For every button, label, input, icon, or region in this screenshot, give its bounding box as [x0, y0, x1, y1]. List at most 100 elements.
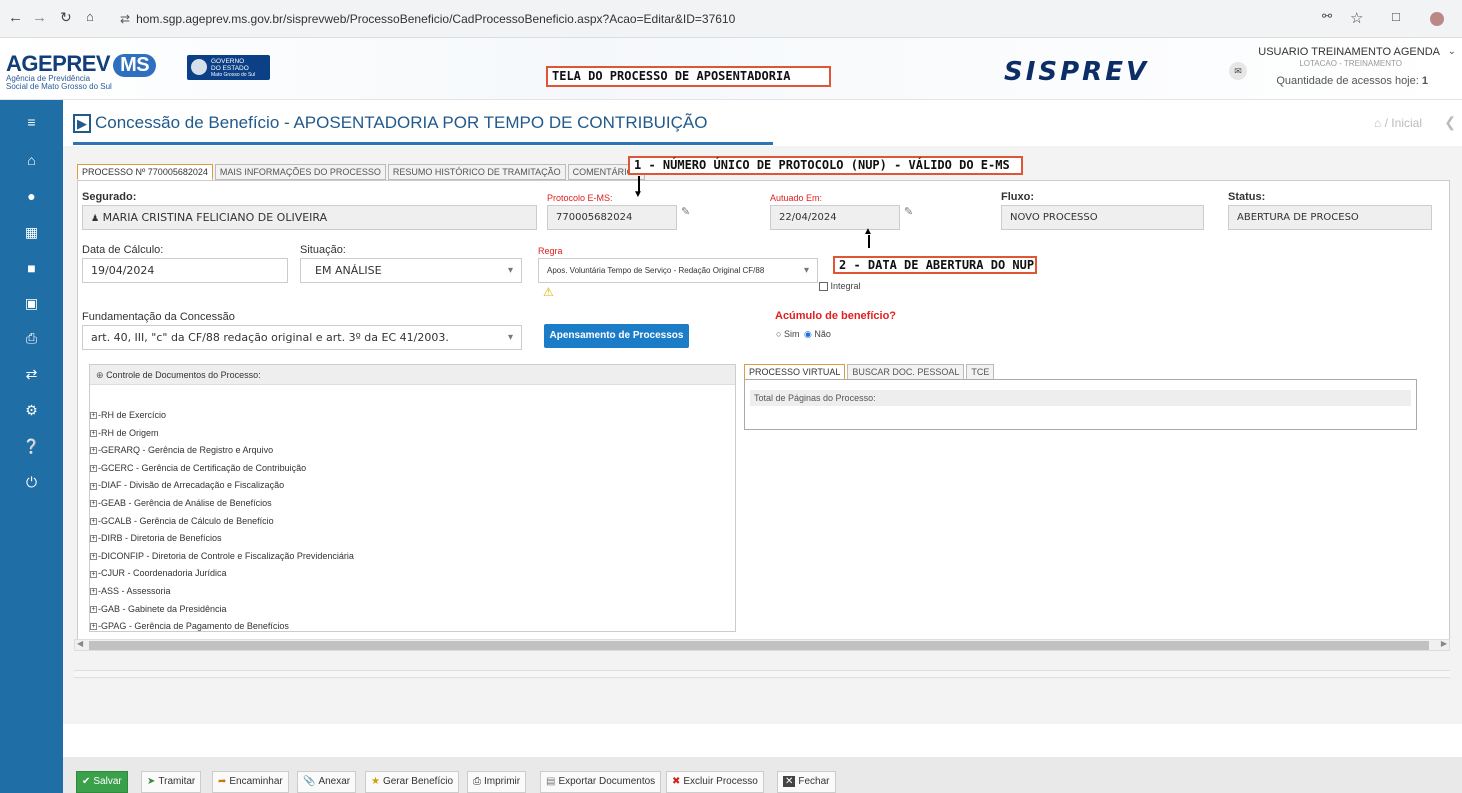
- regra-select[interactable]: Apos. Voluntária Tempo de Serviço - Reda…: [538, 258, 818, 283]
- expand-plus-icon[interactable]: +: [90, 605, 97, 613]
- money-icon[interactable]: ▣: [0, 295, 63, 312]
- edit-autuado-icon[interactable]: ✎: [904, 205, 913, 218]
- expand-plus-icon[interactable]: +: [90, 588, 97, 596]
- tab-processo[interactable]: PROCESSO Nº 770005682024: [77, 164, 213, 180]
- expand-plus-icon[interactable]: +: [90, 500, 97, 508]
- document-tree-item[interactable]: + -RH de Exercício: [90, 410, 166, 420]
- document-tree-label: -GERARQ - Gerência de Registro e Arquivo: [98, 445, 274, 456]
- user-name[interactable]: USUARIO TREINAMENTO AGENDA: [1258, 46, 1440, 58]
- app-header: AGEPREV MS Agência de Previdência Social d…: [0, 38, 1462, 100]
- expand-plus-icon[interactable]: +: [90, 482, 97, 490]
- tab-tce[interactable]: TCE: [966, 364, 995, 380]
- print-icon[interactable]: ⎙: [0, 330, 63, 347]
- collapse-chevron-icon[interactable]: ❮: [1444, 114, 1456, 131]
- regra-label: Regra: [538, 246, 563, 256]
- tab-resumo-historico[interactable]: RESUMO HISTÓRICO DE TRAMITAÇÃO: [387, 164, 566, 180]
- document-tree-item[interactable]: + -DICONFIP - Diretoria de Controle e Fis…: [90, 551, 354, 561]
- expand-plus-icon[interactable]: +: [90, 552, 97, 560]
- tab-mais-informacoes[interactable]: MAIS INFORMAÇÕES DO PROCESSO: [214, 164, 386, 180]
- save-button[interactable]: ✔ Salvar: [76, 771, 128, 793]
- expand-plus-icon[interactable]: +: [90, 447, 97, 455]
- tab-processo-virtual[interactable]: PROCESSO VIRTUAL: [744, 364, 846, 380]
- scrollbar-thumb[interactable]: [89, 641, 1429, 650]
- document-tree-item[interactable]: + -GAB - Gabinete da Presidência: [90, 604, 227, 614]
- scroll-right-icon[interactable]: ▶: [1441, 639, 1447, 648]
- tramitar-button[interactable]: ➤ Tramitar: [141, 771, 202, 793]
- anexar-button[interactable]: 📎 Anexar: [297, 771, 357, 793]
- document-tree-item[interactable]: + -GPAG - Gerência de Pagamento de Benefí…: [90, 621, 289, 631]
- gerar-beneficio-button[interactable]: ★ Gerar Benefício: [365, 771, 460, 793]
- apensamento-button[interactable]: Apensamento de Processos: [544, 324, 689, 348]
- document-tree-item[interactable]: + -GERARQ - Gerência de Registro e Arquiv…: [90, 445, 273, 455]
- exchange-icon[interactable]: ⇄: [0, 366, 63, 383]
- tab-buscar-doc[interactable]: BUSCAR DOC. PESSOAL: [847, 364, 965, 380]
- gear-icon[interactable]: ⚙: [0, 402, 63, 419]
- extensions-icon[interactable]: □: [1392, 9, 1400, 24]
- address-bar[interactable]: ⇄ hom.sgp.ageprev.ms.gov.br/sisprevweb/Pr…: [110, 6, 1370, 32]
- protocolo-field: 770005682024: [547, 205, 677, 230]
- situacao-select[interactable]: EM ANÁLISE: [300, 258, 522, 283]
- plus-circle-icon[interactable]: ⊕: [96, 370, 104, 380]
- expand-plus-icon[interactable]: +: [90, 429, 97, 437]
- documents-header: ⊕ Controle de Documentos do Processo:: [90, 365, 735, 385]
- user-icon: ♟: [91, 214, 100, 224]
- chevron-down-icon[interactable]: ⌄: [1448, 46, 1456, 57]
- data-calculo-input[interactable]: 19/04/2024: [82, 258, 288, 283]
- fechar-button[interactable]: ✕ Fechar: [777, 771, 836, 793]
- expand-plus-icon[interactable]: +: [90, 412, 97, 420]
- home-icon[interactable]: ⌂: [0, 152, 63, 168]
- document-tree-label: -GPAG - Gerência de Pagamento de Benefíc…: [98, 621, 289, 632]
- integral-checkbox[interactable]: Integral: [819, 281, 861, 292]
- document-tree-item[interactable]: + -CJUR - Coordenadoria Jurídica: [90, 568, 227, 578]
- expand-plus-icon[interactable]: +: [90, 570, 97, 578]
- checkbox-icon[interactable]: [819, 282, 828, 292]
- forward-icon[interactable]: →: [32, 9, 47, 26]
- right-tabs: PROCESSO VIRTUAL BUSCAR DOC. PESSOAL TCE: [744, 364, 996, 380]
- radio-nao[interactable]: ◉ Não: [804, 329, 831, 339]
- arrow-down-icon: ▼: [633, 189, 643, 200]
- document-tree-item[interactable]: + -ASS - Assessoria: [90, 586, 171, 596]
- expand-plus-icon[interactable]: +: [90, 623, 97, 631]
- exportar-documentos-button[interactable]: ▤ Exportar Documentos: [540, 771, 662, 793]
- total-paginas-row: Total de Páginas do Processo:: [750, 390, 1411, 406]
- bookmark-star-icon[interactable]: ☆: [1350, 9, 1363, 27]
- documents-panel: ⊕ Controle de Documentos do Processo: + -…: [89, 364, 736, 632]
- back-icon[interactable]: ←: [8, 9, 23, 26]
- expand-plus-icon[interactable]: +: [90, 464, 97, 472]
- help-icon[interactable]: ❔: [0, 438, 63, 455]
- play-square-icon: ▶: [73, 114, 91, 133]
- expand-plus-icon[interactable]: +: [90, 517, 97, 525]
- encaminhar-button[interactable]: ➦ Encaminhar: [212, 771, 289, 793]
- document-tree-label: -RH de Exercício: [98, 410, 167, 420]
- edit-protocolo-icon[interactable]: ✎: [681, 205, 690, 218]
- password-key-icon[interactable]: ⚯: [1322, 9, 1332, 23]
- reload-icon[interactable]: ↻: [60, 9, 72, 26]
- breadcrumb-inicial[interactable]: / Inicial: [1385, 116, 1422, 130]
- mail-icon[interactable]: ✉: [1229, 62, 1247, 80]
- imprimir-button[interactable]: ⎙ Imprimir: [467, 771, 527, 793]
- document-tree-item[interactable]: + -RH de Origem: [90, 428, 159, 438]
- encaminhar-icon: ➦: [218, 776, 227, 787]
- document-tree-item[interactable]: + -GCERC - Gerência de Certificação de Co…: [90, 463, 306, 473]
- home-icon[interactable]: ⌂: [1374, 116, 1381, 130]
- excluir-processo-button[interactable]: ✖ Excluir Processo: [666, 771, 764, 793]
- document-tree-item[interactable]: + -GCALB - Gerência de Cálculo de Benefíc…: [90, 516, 274, 526]
- radio-sim[interactable]: ○ Sim: [776, 329, 799, 339]
- profile-avatar[interactable]: [1430, 12, 1444, 26]
- expand-plus-icon[interactable]: +: [90, 535, 97, 543]
- scroll-left-icon[interactable]: ◀: [77, 639, 83, 648]
- archive-icon[interactable]: ■: [0, 260, 63, 276]
- site-info-icon[interactable]: ⇄: [120, 12, 130, 26]
- power-icon[interactable]: ⏻: [0, 474, 63, 491]
- document-tree-item[interactable]: + -DIAF - Divisão de Arrecadação e Fiscal…: [90, 480, 284, 490]
- segurado-field: ♟ MARIA CRISTINA FELICIANO DE OLIVEIRA: [82, 205, 537, 230]
- breadcrumb: ⌂ / Inicial: [1374, 116, 1422, 130]
- building-icon[interactable]: ▦: [0, 224, 63, 241]
- horizontal-scrollbar[interactable]: ◀ ▶: [74, 639, 1450, 651]
- home-icon[interactable]: ⌂: [86, 9, 94, 24]
- menu-toggle-icon[interactable]: ≡: [0, 114, 63, 130]
- document-tree-item[interactable]: + -DIRB - Diretoria de Benefícios: [90, 533, 222, 543]
- fundamentacao-select[interactable]: art. 40, III, "c" da CF/88 redação origi…: [82, 325, 522, 350]
- users-icon[interactable]: ●: [0, 188, 63, 204]
- document-tree-item[interactable]: + -GEAB - Gerência de Análise de Benefíci…: [90, 498, 272, 508]
